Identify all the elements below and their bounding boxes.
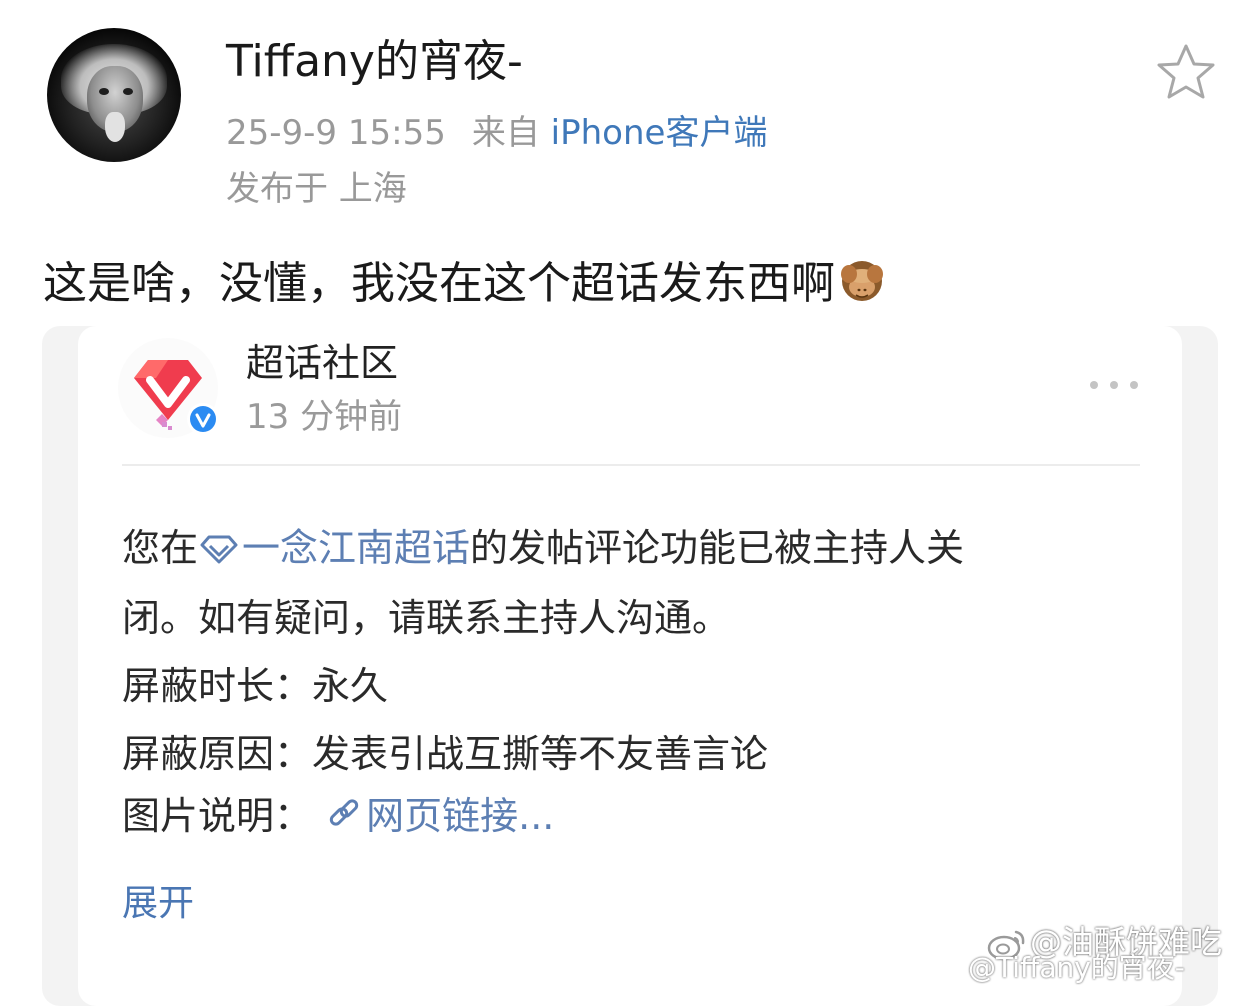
expand-button[interactable]: 展开 [122, 880, 194, 928]
block-reason-value: 发表引战互撕等不友善言论 [312, 732, 769, 776]
post-username[interactable]: Tiffany的宵夜- [226, 32, 523, 92]
block-reason-row: 屏蔽原因：发表引战互撕等不友善言论 [122, 726, 768, 782]
post-body: 这是啥，没懂，我没在这个超话发东西啊 [43, 252, 887, 316]
notice-time: 13 分钟前 [246, 397, 403, 437]
supertopic-community-avatar[interactable] [116, 336, 220, 440]
more-options-button[interactable] [1082, 372, 1146, 398]
watermark-secondary: @Tiffany的宵夜- [968, 951, 1185, 984]
favorite-star-button[interactable] [1154, 42, 1218, 102]
web-link[interactable]: 网页链接... [324, 794, 554, 838]
more-dots-icon [1090, 381, 1098, 389]
notice-line1-suffix: 的发帖评论功能已被主持人关 [470, 526, 965, 570]
star-icon [1157, 44, 1215, 99]
more-dots-icon [1110, 381, 1118, 389]
avatar-eye [99, 88, 109, 95]
notice-message-line-1: 您在 一念江南超话的发帖评论功能已被主持人关 [122, 520, 964, 576]
block-duration-value: 永久 [312, 664, 389, 708]
post-from-label: 来自 [471, 113, 540, 153]
web-link-text[interactable]: 网页链接... [366, 794, 554, 838]
supertopic-gem-icon [200, 535, 238, 564]
image-caption-row: 图片说明： 网页链接... [122, 788, 554, 844]
avatar-eye [123, 88, 133, 95]
notice-prefix: 您在 [122, 526, 199, 570]
more-dots-icon [1130, 381, 1138, 389]
supertopic-link-text[interactable]: 一念江南超话 [242, 526, 470, 570]
user-avatar[interactable] [47, 28, 181, 162]
block-duration-row: 屏蔽时长：永久 [122, 658, 388, 714]
notice-message-line-2: 闭。如有疑问，请联系主持人沟通。 [122, 596, 731, 640]
image-caption-label: 图片说明： [122, 794, 313, 838]
post-location: 发布于 上海 [226, 169, 407, 209]
see-no-evil-monkey-icon [841, 261, 883, 301]
post-source-link[interactable]: iPhone客户端 [551, 113, 768, 153]
block-reason-label: 屏蔽原因： [122, 732, 313, 776]
supertopic-link[interactable]: 一念江南超话 [198, 526, 470, 570]
verified-v-icon [187, 403, 219, 435]
notice-divider [122, 464, 1140, 466]
block-duration-label: 屏蔽时长： [122, 664, 313, 708]
post-meta: 25-9-9 15:55 来自 iPhone客户端 [226, 110, 767, 156]
post-text: 这是啥，没懂，我没在这个超话发东西啊 [43, 258, 835, 309]
avatar-tongue [105, 112, 125, 142]
link-chain-icon [329, 799, 359, 826]
post-timestamp: 25-9-9 15:55 [226, 113, 446, 153]
notice-sender-name[interactable]: 超话社区 [246, 338, 398, 388]
